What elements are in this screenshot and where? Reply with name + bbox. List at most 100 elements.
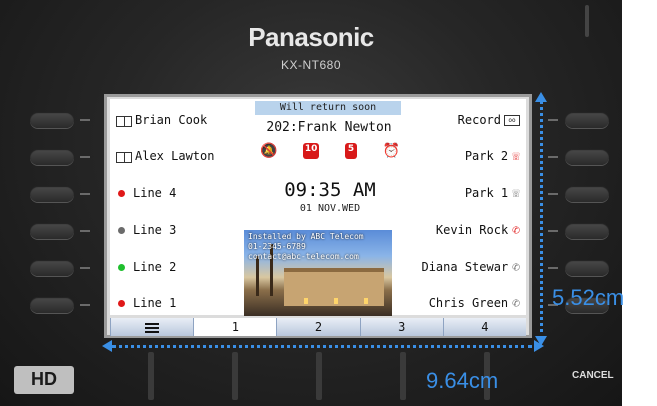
right-key-2[interactable]: [565, 149, 609, 165]
hd-sound-logo: HD: [14, 366, 74, 394]
away-message: Will return soon: [255, 101, 401, 115]
phone-body: Panasonic KX-NT680 HD CANCEL Brian Cook: [0, 0, 622, 406]
softkey-tabs: 1 2 3 4: [110, 318, 527, 336]
model-label: KX-NT680: [280, 58, 342, 72]
brand-logo: Panasonic: [248, 22, 374, 52]
left-key-4[interactable]: [30, 223, 74, 239]
top-slot: [585, 5, 589, 37]
status-icons: 🔕 10 5 ⏰: [260, 143, 400, 159]
banner-line: 01-2345-6789: [248, 242, 306, 251]
key-label: Brian Cook: [135, 113, 208, 127]
line-key-4[interactable]: Line 4: [118, 186, 176, 200]
key-divider: [80, 193, 90, 195]
wallpaper-image: Installed by ABC Telecom 01-2345-6789 co…: [244, 230, 392, 316]
phone-icon: ✆: [512, 260, 520, 275]
key-label: Line 1: [133, 296, 177, 310]
dss-key-kevin-rock[interactable]: Kevin Rock ✆: [436, 223, 520, 238]
park-1-key[interactable]: Park 1 ☏: [465, 186, 520, 201]
installer-banner: Installed by ABC Telecom 01-2345-6789 co…: [248, 232, 364, 262]
key-divider: [548, 119, 558, 121]
arrow-up-icon: [535, 92, 547, 102]
key-divider: [548, 193, 558, 195]
messages-icon: 5: [344, 143, 358, 159]
key-divider: [548, 230, 558, 232]
phone-icon: ✆: [512, 296, 520, 311]
lcd-screen: Brian Cook Alex Lawton Line 4 Line 3 Lin…: [104, 94, 532, 338]
lamp: [334, 298, 338, 304]
phonebook-icon: [116, 151, 132, 163]
line-key-1[interactable]: Line 1: [118, 296, 176, 310]
line-key-2[interactable]: Line 2: [118, 260, 176, 274]
lamp: [304, 298, 308, 304]
key-divider: [80, 304, 90, 306]
banner-line: Installed by ABC Telecom: [248, 232, 364, 241]
right-key-1[interactable]: [565, 112, 609, 128]
voicemail-icon: oo: [504, 115, 520, 126]
bottom-key-2[interactable]: [232, 352, 238, 400]
status-led-icon: [118, 227, 125, 234]
left-key-2[interactable]: [30, 149, 74, 165]
phonebook-icon: [116, 115, 132, 127]
tab-3[interactable]: 3: [359, 318, 443, 336]
key-divider: [80, 119, 90, 121]
status-led-icon: [118, 300, 125, 307]
key-divider: [548, 267, 558, 269]
left-key-3[interactable]: [30, 186, 74, 202]
left-key-6[interactable]: [30, 297, 74, 313]
key-label: Chris Green: [428, 296, 509, 310]
left-key-1[interactable]: [30, 112, 74, 128]
cancel-button[interactable]: CANCEL: [572, 370, 614, 381]
key-divider: [548, 156, 558, 158]
lcd-display: Brian Cook Alex Lawton Line 4 Line 3 Lin…: [110, 99, 526, 316]
menu-icon: [145, 322, 160, 333]
key-label: Line 2: [133, 260, 177, 274]
height-label: 5.52cm: [552, 285, 625, 310]
clock-time: 09:35 AM: [284, 179, 376, 201]
menu-tab[interactable]: [110, 318, 194, 336]
status-led-icon: [118, 264, 125, 271]
dss-key-brian-cook[interactable]: Brian Cook: [116, 113, 207, 127]
phone-icon: ✆: [512, 223, 520, 238]
park-2-key[interactable]: Park 2 ☏: [465, 149, 520, 164]
key-label: Park 2: [464, 149, 509, 163]
dss-key-diana-stewar[interactable]: Diana Stewar ✆: [421, 260, 520, 275]
extension-label: 202:Frank Newton: [266, 120, 392, 135]
height-dimension-line: [540, 100, 543, 340]
lamp: [364, 298, 368, 304]
dss-key-alex-lawton[interactable]: Alex Lawton: [116, 149, 214, 163]
park-icon: ☏: [512, 186, 520, 201]
right-key-4[interactable]: [565, 223, 609, 239]
missed-calls-icon: 10: [302, 143, 320, 159]
mute-bell-icon: 🔕: [260, 143, 278, 159]
key-divider: [80, 230, 90, 232]
key-label: Diana Stewar: [421, 260, 509, 274]
key-divider: [80, 267, 90, 269]
key-label: Kevin Rock: [435, 223, 509, 237]
tab-2[interactable]: 2: [276, 318, 360, 336]
key-label: Line 4: [133, 186, 177, 200]
width-dimension-line: [112, 345, 532, 348]
tab-1[interactable]: 1: [193, 318, 277, 336]
left-key-5[interactable]: [30, 260, 74, 276]
key-label: Alex Lawton: [135, 149, 215, 163]
status-led-icon: [118, 190, 125, 197]
arrow-down-icon: [535, 336, 547, 346]
right-key-3[interactable]: [565, 186, 609, 202]
bottom-key-4[interactable]: [400, 352, 406, 400]
bottom-key-1[interactable]: [148, 352, 154, 400]
tab-4[interactable]: 4: [442, 318, 527, 336]
record-key[interactable]: Record oo: [458, 113, 520, 127]
key-label: Line 3: [133, 223, 177, 237]
dss-key-chris-green[interactable]: Chris Green ✆: [429, 296, 520, 311]
key-label: Record: [457, 113, 501, 127]
width-label: 9.64cm: [426, 368, 499, 393]
alarm-icon: ⏰: [382, 143, 400, 159]
clock-date: 01 NOV.WED: [299, 203, 361, 214]
key-label: Park 1: [464, 186, 509, 200]
park-icon: ☏: [512, 149, 520, 164]
bottom-key-3[interactable]: [316, 352, 322, 400]
line-key-3[interactable]: Line 3: [118, 223, 176, 237]
key-divider: [80, 156, 90, 158]
right-key-5[interactable]: [565, 260, 609, 276]
arrow-left-icon: [102, 340, 112, 352]
